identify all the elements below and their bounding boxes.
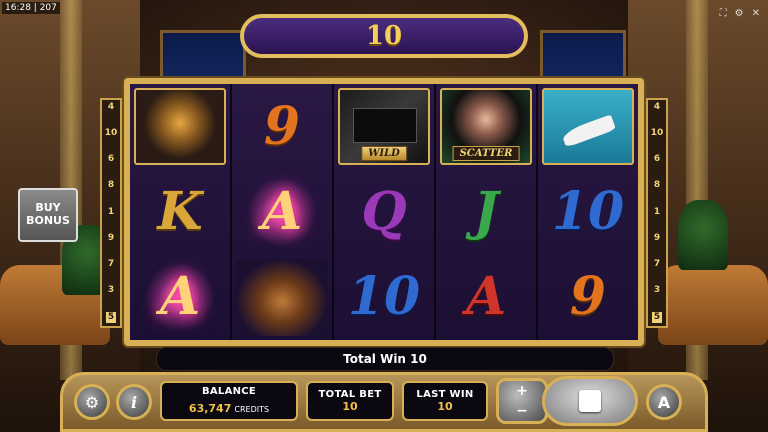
status-bar: 16:28 | 207 <box>2 2 60 14</box>
payline-numbers-right: 4 10 6 8 1 9 7 3 5 <box>646 98 668 328</box>
symbol-9: 9 <box>569 266 607 328</box>
total-bet-label: TOTAL BET <box>318 389 382 400</box>
total-bet-value: 10 <box>342 400 358 413</box>
reel-1: KA <box>130 84 232 340</box>
close-icon[interactable]: ✕ <box>752 8 760 19</box>
top-icons: ⛶ ⚙ ✕ <box>720 8 760 19</box>
total-win-text: Total Win 10 <box>343 352 427 366</box>
last-win-box: LAST WIN 10 <box>402 381 488 421</box>
reel-cell: 9 <box>232 84 332 169</box>
payline-number-right: 3 <box>653 284 661 295</box>
total-win-bar: Total Win 10 <box>156 347 614 371</box>
reel-3: WILD Q 10 <box>334 84 436 340</box>
banner-value: 10 <box>365 21 403 51</box>
payline-number-left: 7 <box>107 258 115 269</box>
last-win-label: LAST WIN <box>416 389 474 400</box>
balance-label: BALANCE <box>201 386 257 397</box>
last-win-value: 10 <box>437 400 453 413</box>
reel-cell: K <box>130 169 230 254</box>
reel-cell: 9 <box>538 255 638 340</box>
yacht-hull <box>560 114 616 148</box>
payline-number-right: 1 <box>653 206 661 217</box>
symbol-case: WILD <box>338 88 430 166</box>
stop-icon <box>579 390 601 412</box>
reel-cell: WILD <box>334 84 434 169</box>
reel-cell: 10 <box>538 169 638 254</box>
reel-5: 10 9 <box>538 84 638 340</box>
symbol-label: WILD <box>361 146 407 162</box>
symbol-car <box>236 258 328 336</box>
reel-cell: A <box>130 255 230 340</box>
reel-cell: J <box>436 169 536 254</box>
payline-numbers-left: 4 10 6 8 1 9 7 3 5 <box>100 98 122 328</box>
reel-cell: A <box>436 255 536 340</box>
symbol-a: A <box>465 266 507 328</box>
symbol-j: J <box>473 180 499 242</box>
balance-box: BALANCE 63,747 CREDITS <box>160 381 298 421</box>
reels: K A 9 A WILD Q 10 SCATTER J A 10 9 <box>130 84 638 340</box>
payline-number-right: 5 <box>651 312 663 323</box>
payline-number-left: 5 <box>105 312 117 323</box>
reel-cell: 10 <box>334 255 434 340</box>
gear-icon: ⚙ <box>84 392 100 412</box>
reel-cell <box>130 84 230 169</box>
payline-number-left: 6 <box>107 154 115 165</box>
autoplay-icon: A <box>657 392 671 412</box>
symbol-a: A <box>261 180 303 242</box>
payline-number-right: 8 <box>653 180 661 191</box>
reel-cell: SCATTER <box>436 84 536 169</box>
symbol-10: 10 <box>347 266 421 328</box>
symbol-9: 9 <box>263 95 301 157</box>
win-banner: 10 <box>240 14 528 58</box>
symbol-whisky <box>134 88 226 166</box>
spin-button[interactable] <box>542 376 638 426</box>
symbol-lady: SCATTER <box>440 88 532 166</box>
settings-icon[interactable]: ⚙ <box>735 8 744 19</box>
reel-4: SCATTER J A <box>436 84 538 340</box>
payline-number-right: 10 <box>650 128 664 139</box>
payline-number-left: 1 <box>107 206 115 217</box>
payline-number-left: 3 <box>107 284 115 295</box>
info-icon: i <box>130 392 138 412</box>
reel-cell <box>538 84 638 169</box>
info-button[interactable]: i <box>116 384 152 420</box>
symbol-yacht <box>542 88 634 166</box>
sofa-right <box>658 265 768 345</box>
buy-bonus-button[interactable]: BUY BONUS <box>18 188 78 242</box>
total-bet-box: TOTAL BET 10 <box>306 381 394 421</box>
payline-number-left: 4 <box>107 102 115 112</box>
reel-cell: A <box>232 169 332 254</box>
bet-plus-button[interactable]: + <box>516 383 528 399</box>
balance-unit: CREDITS <box>234 405 270 414</box>
status-time: 16:28 <box>5 3 31 13</box>
fullscreen-icon[interactable]: ⛶ <box>720 8 727 19</box>
payline-number-right: 9 <box>653 232 661 243</box>
status-number: 207 <box>39 3 57 13</box>
balance-value: 63,747 <box>188 402 232 415</box>
symbol-q: Q <box>361 180 407 242</box>
payline-number-left: 8 <box>107 180 115 191</box>
payline-number-left: 9 <box>107 232 115 243</box>
autoplay-button[interactable]: A <box>646 384 682 420</box>
symbol-a: A <box>159 266 201 328</box>
case-lid <box>353 108 417 144</box>
buy-bonus-line2: BONUS <box>26 214 70 227</box>
symbol-label: SCATTER <box>452 146 520 162</box>
symbol-k: K <box>157 180 203 242</box>
settings-button[interactable]: ⚙ <box>74 384 110 420</box>
bet-minus-button[interactable]: − <box>516 403 528 419</box>
symbol-10: 10 <box>551 180 625 242</box>
reel-cell <box>232 255 332 340</box>
plant-right <box>678 200 728 270</box>
payline-number-right: 6 <box>653 154 661 165</box>
reel-cell: Q <box>334 169 434 254</box>
payline-number-right: 7 <box>653 258 661 269</box>
reel-2: 9A <box>232 84 334 340</box>
bet-stepper[interactable]: + − <box>496 378 548 424</box>
payline-number-left: 10 <box>104 128 118 139</box>
payline-number-right: 4 <box>653 102 661 112</box>
